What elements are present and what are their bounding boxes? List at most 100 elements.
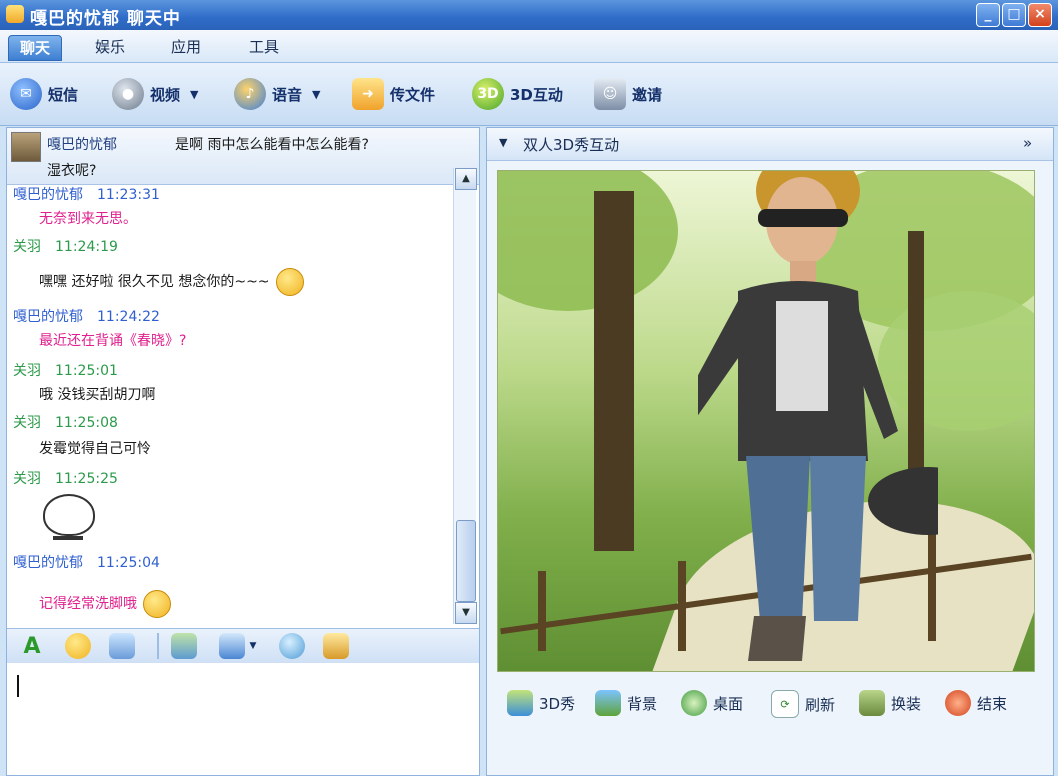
background-icon — [595, 690, 621, 716]
sender-name: 嘎巴的忧郁 — [13, 187, 83, 203]
video-label: 视频 — [150, 85, 181, 104]
3d-panel-title: 双人3D秀互动 — [523, 136, 620, 154]
video-button[interactable]: ● 视频 ▼ — [112, 77, 198, 111]
3d-panel: ▼ 双人3D秀互动 » 3D秀 背景 桌面 ⟳ 刷新 换装 结束 — [486, 127, 1054, 776]
3d-icon: 3D — [472, 78, 504, 110]
video-dropdown-icon[interactable]: ▼ — [190, 88, 198, 101]
voice-label: 语音 — [272, 85, 303, 104]
end-button[interactable]: 结束 — [945, 690, 1007, 716]
desktop-button[interactable]: 桌面 — [681, 690, 743, 716]
smile-emoji-icon — [275, 268, 304, 296]
background-label: 背景 — [627, 694, 658, 713]
message-time: 11:23:31 — [97, 187, 160, 203]
file-transfer-icon: ➜ — [352, 78, 384, 110]
sms-label: 短信 — [48, 85, 79, 104]
message-time: 11:25:04 — [97, 555, 160, 571]
refresh-icon: ⟳ — [771, 690, 799, 718]
invite-icon: ☺ — [594, 78, 626, 110]
message-input[interactable] — [7, 663, 479, 775]
sender-name: 嘎巴的忧郁 — [13, 309, 83, 325]
more-icon[interactable] — [323, 633, 349, 659]
voice-button[interactable]: ♪ 语音 ▼ — [234, 77, 320, 111]
end-icon — [945, 690, 971, 716]
video-icon: ● — [112, 78, 144, 110]
message-meta: 关羽 11:25:08 — [13, 412, 118, 432]
invite-button[interactable]: ☺ 邀请 — [594, 77, 662, 111]
tab-entertainment[interactable]: 娱乐 — [84, 35, 136, 59]
sender-name: 关羽 — [13, 363, 41, 379]
message-list: 嘎巴的忧郁 11:23:31 无奈到来无思。 关羽 11:24:19 嘿嘿 还好啦 … — [7, 184, 449, 628]
minimize-button[interactable]: _ — [976, 3, 1000, 27]
tree-trunk — [594, 191, 634, 551]
avatar[interactable] — [11, 132, 41, 162]
message-time: 11:25:01 — [55, 363, 118, 379]
sender-name: 关羽 — [13, 239, 41, 255]
message-text: 无奈到来无思。 — [39, 211, 137, 227]
voice-msg-icon[interactable] — [279, 633, 305, 659]
expand-icon[interactable]: » — [1023, 134, 1032, 152]
outfit-button[interactable]: 换装 — [859, 690, 921, 716]
end-label: 结束 — [977, 694, 1008, 713]
toolbar: ✉ 短信 ● 视频 ▼ ♪ 语音 ▼ ➜ 传文件 3D 3D互动 ☺ 邀请 — [0, 63, 1058, 126]
file-transfer-button[interactable]: ➜ 传文件 — [352, 77, 435, 111]
shake-icon[interactable] — [109, 633, 135, 659]
text-caret — [17, 675, 19, 697]
message-time: 11:24:19 — [55, 239, 118, 255]
scroll-down-button[interactable]: ▼ — [455, 602, 477, 624]
outfit-label: 换装 — [891, 694, 922, 713]
refresh-button[interactable]: ⟳ 刷新 — [771, 690, 835, 718]
sender-name: 关羽 — [13, 415, 41, 431]
message-meta: 关羽 11:25:25 — [13, 468, 118, 488]
tab-tools[interactable]: 工具 — [238, 35, 290, 59]
collapse-icon[interactable]: ▼ — [499, 136, 507, 149]
app-icon — [6, 5, 24, 23]
fence-post — [678, 561, 686, 651]
sms-icon: ✉ — [10, 78, 42, 110]
scroll-up-button[interactable]: ▲ — [455, 168, 477, 190]
3d-show-icon — [507, 690, 533, 716]
maximize-button[interactable]: □ — [1002, 3, 1026, 27]
chat-scrollbar[interactable]: ▲ ▼ — [453, 168, 477, 624]
format-toolbar: A ▼ — [7, 628, 479, 664]
3d-show-button[interactable]: 3D秀 — [507, 690, 575, 716]
message-time: 11:25:25 — [55, 471, 118, 487]
chat-header: 嘎巴的忧郁 是啊 雨中怎么能看中怎么能看? 湿衣呢? — [7, 128, 479, 185]
file-transfer-label: 传文件 — [390, 85, 436, 104]
3d-show-label: 3D秀 — [539, 694, 576, 713]
screenshot-icon[interactable] — [219, 633, 245, 659]
image-icon[interactable] — [171, 633, 197, 659]
sender-name: 关羽 — [13, 471, 41, 487]
tab-chat[interactable]: 聊天 — [8, 35, 62, 61]
3d-interact-button[interactable]: 3D 3D互动 — [472, 77, 563, 111]
chat-panel: 嘎巴的忧郁 是啊 雨中怎么能看中怎么能看? 湿衣呢? 嘎巴的忧郁 11:23:31… — [6, 127, 480, 776]
message-text: 嘿嘿 还好啦 很久不见 想念你的~~~ — [39, 268, 304, 296]
voice-dropdown-icon[interactable]: ▼ — [312, 88, 320, 101]
voice-icon: ♪ — [234, 78, 266, 110]
title-bar: 嘎巴的忧郁 聊天中 _ □ × — [0, 0, 1058, 30]
message-meta: 嘎巴的忧郁 11:23:31 — [13, 184, 160, 204]
message-text: 记得经常洗脚哦 — [39, 590, 171, 618]
tab-apps[interactable]: 应用 — [160, 35, 212, 59]
desktop-icon — [681, 690, 707, 716]
message-meta: 嘎巴的忧郁 11:24:22 — [13, 306, 160, 326]
background-button[interactable]: 背景 — [595, 690, 657, 716]
emoji-icon[interactable] — [65, 633, 91, 659]
header-message-line-1: 是啊 雨中怎么能看中怎么能看? — [175, 137, 369, 153]
screenshot-dropdown-icon[interactable]: ▼ — [247, 633, 259, 659]
scroll-thumb[interactable] — [456, 520, 476, 602]
3d-scene[interactable] — [497, 170, 1035, 672]
3d-action-bar: 3D秀 背景 桌面 ⟳ 刷新 换装 结束 — [487, 676, 1053, 736]
font-icon[interactable]: A — [19, 633, 45, 659]
close-button[interactable]: × — [1028, 3, 1052, 27]
message-text: 发霉觉得自己可怜 — [39, 441, 151, 457]
menu-bar: 聊天 娱乐 应用 工具 — [0, 30, 1058, 63]
refresh-label: 刷新 — [805, 695, 836, 714]
sleepy-emoji-icon — [43, 494, 95, 540]
sms-button[interactable]: ✉ 短信 — [10, 77, 78, 111]
header-sender-name: 嘎巴的忧郁 — [47, 137, 117, 153]
message-text: 哦 没钱买刮胡刀啊 — [39, 387, 156, 403]
message-time: 11:24:22 — [97, 309, 160, 325]
desktop-label: 桌面 — [713, 694, 744, 713]
3d-panel-header: ▼ 双人3D秀互动 » — [487, 128, 1053, 161]
3d-avatar-character[interactable] — [698, 170, 938, 661]
